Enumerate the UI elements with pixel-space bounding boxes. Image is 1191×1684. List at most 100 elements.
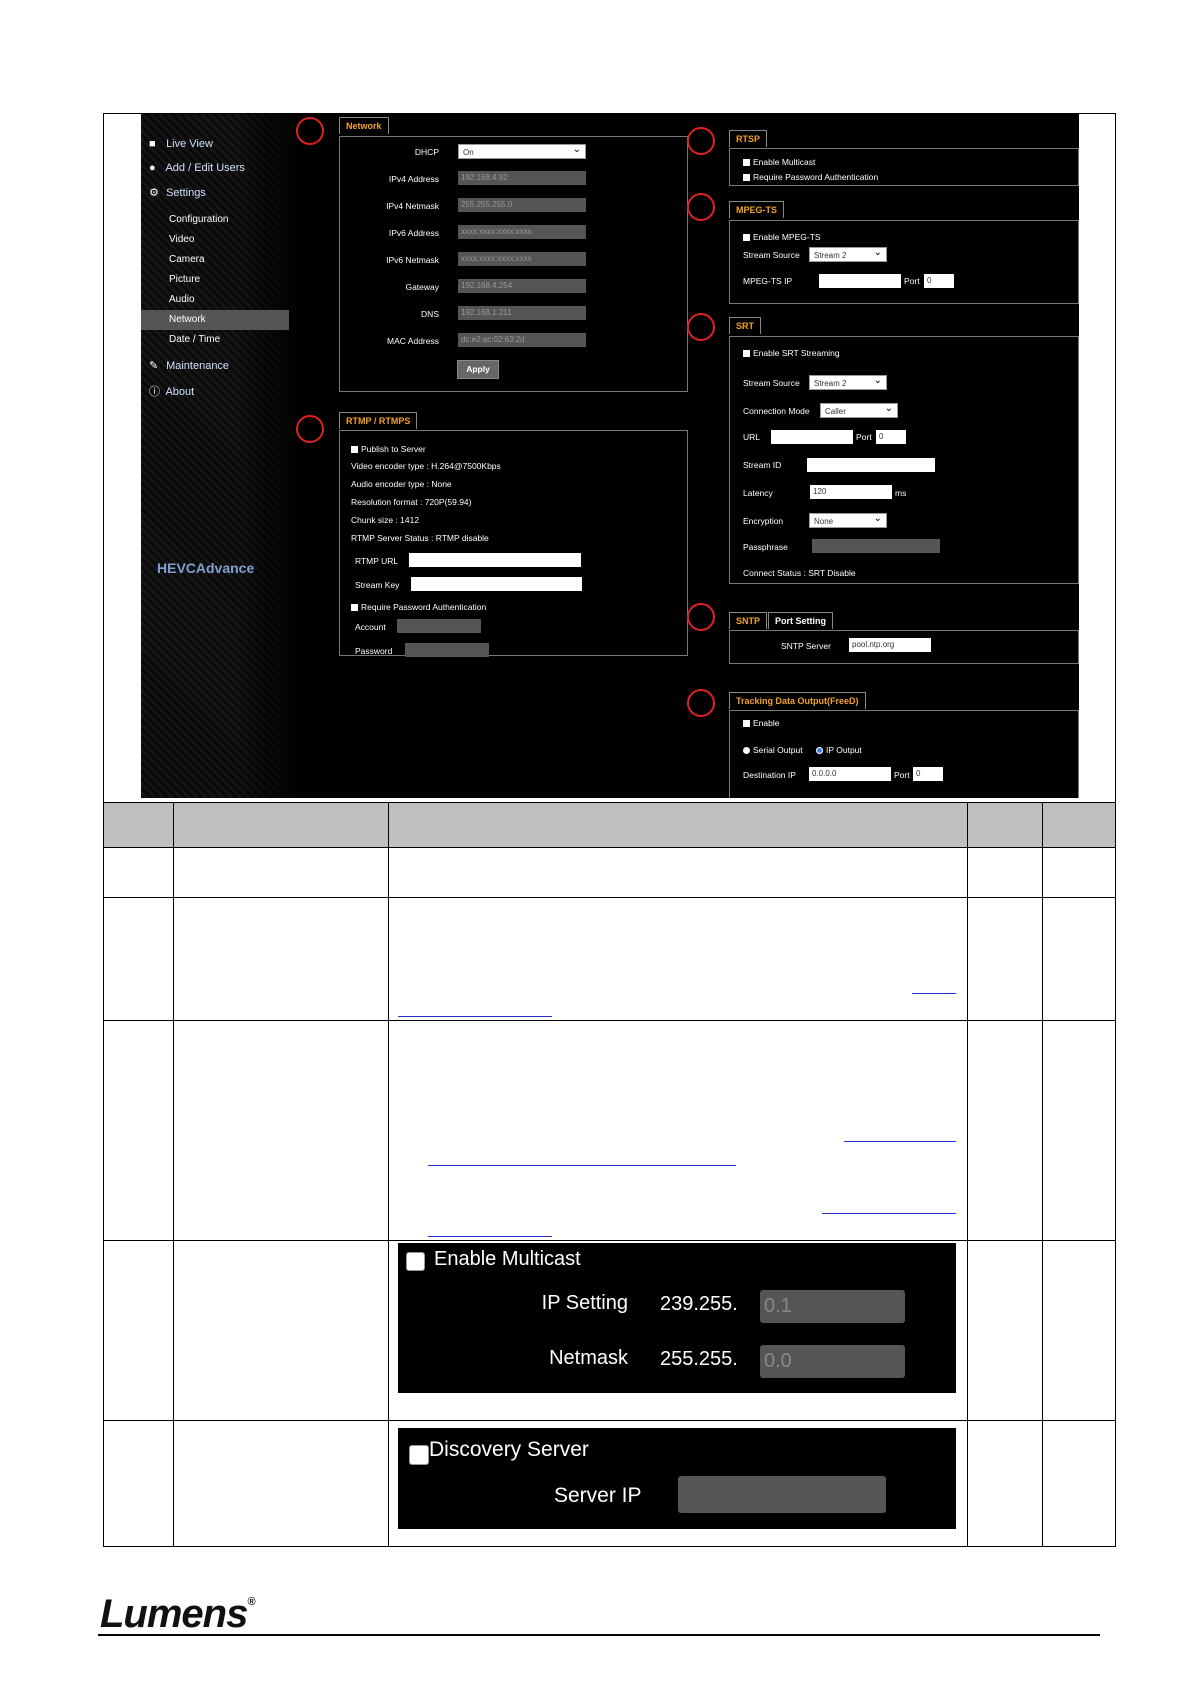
table-line — [1042, 803, 1043, 1546]
tab-rtsp[interactable]: RTSP — [729, 130, 768, 147]
sidebar-item-settings[interactable]: ⚙ Settings — [149, 186, 206, 199]
stream-key-label: Stream Key — [355, 580, 400, 590]
tracking-port-label: Port — [894, 770, 910, 780]
sidebar-sub-configuration[interactable]: Configuration — [169, 214, 228, 225]
account-label: Account — [355, 622, 386, 632]
checkbox-icon — [743, 174, 750, 181]
dhcp-select[interactable]: On — [458, 142, 586, 159]
mpegts-ip-input[interactable] — [819, 274, 901, 288]
callout-circle — [687, 603, 715, 631]
mpegts-source-select[interactable]: Stream 2 — [809, 245, 887, 262]
checkbox-icon — [351, 604, 358, 611]
srt-enable-checkbox[interactable]: Enable SRT Streaming — [743, 348, 840, 358]
sidebar-sub-network[interactable]: Network — [141, 310, 289, 330]
apply-button[interactable]: Apply — [457, 360, 499, 379]
srt-port-label: Port — [856, 432, 872, 442]
netmask-field[interactable]: 255.255.255.0 — [458, 198, 586, 212]
mpegts-port-input[interactable]: 0 — [924, 274, 954, 288]
ip-output-radio[interactable]: IP Output — [816, 745, 862, 755]
tab-rtmp[interactable]: RTMP / RTMPS — [339, 412, 418, 429]
resolution-info: Resolution format : 720P(59.94) — [351, 497, 472, 507]
srt-url-input[interactable] — [771, 430, 853, 444]
table-line — [104, 897, 1115, 898]
srt-enc-label: Encryption — [743, 516, 784, 526]
checkbox-icon — [743, 159, 750, 166]
callout-circle — [687, 127, 715, 155]
dest-ip-input[interactable]: 0.0.0.0 — [809, 767, 891, 781]
srt-enc-select[interactable]: None — [809, 511, 887, 528]
srt-mode-label: Connection Mode — [743, 406, 810, 416]
server-ip-input[interactable] — [678, 1476, 886, 1513]
srt-port-input[interactable]: 0 — [876, 430, 906, 444]
mpegts-ip-label: MPEG-TS IP — [743, 276, 793, 286]
table-line — [104, 1420, 1115, 1421]
sidebar-item-maintenance[interactable]: ✎ Maintenance — [149, 359, 229, 372]
sidebar-sub-camera[interactable]: Camera — [169, 254, 205, 265]
tab-port-setting[interactable]: Port Setting — [768, 612, 833, 629]
sidebar-sub-video[interactable]: Video — [169, 234, 194, 245]
table-line — [104, 1020, 1115, 1021]
radio-icon — [743, 747, 750, 754]
link-underline[interactable] — [912, 993, 956, 994]
ipv4-label: IPv4 Address — [388, 174, 439, 184]
table-line — [104, 1240, 1115, 1241]
srt-pass-input[interactable] — [812, 539, 940, 553]
sidebar-sub-picture[interactable]: Picture — [169, 274, 200, 285]
tab-mpegts[interactable]: MPEG-TS — [729, 201, 785, 218]
ipv6-label: IPv6 Address — [388, 228, 439, 238]
srt-pass-label: Passphrase — [743, 542, 788, 552]
video-encoder-info: Video encoder type : H.264@7500Kbps — [351, 461, 501, 471]
serial-output-radio[interactable]: Serial Output — [743, 745, 803, 755]
tracking-port-input[interactable]: 0 — [913, 767, 943, 781]
footer-divider — [98, 1634, 1100, 1636]
rtsp-auth-checkbox[interactable]: Require Password Authentication — [743, 172, 878, 182]
tab-sntp[interactable]: SNTP — [729, 612, 768, 629]
srt-source-select[interactable]: Stream 2 — [809, 373, 887, 390]
srt-latency-input[interactable]: 120 — [810, 485, 892, 499]
sidebar-sub-date-time[interactable]: Date / Time — [169, 334, 220, 345]
checkbox-icon — [351, 446, 358, 453]
ip-setting-input[interactable]: 0.1 — [760, 1290, 905, 1323]
link-underline[interactable] — [844, 1141, 956, 1142]
ipv6-field[interactable]: xxxx:xxxx:xxxx:xxxx — [458, 225, 586, 239]
tracking-enable-checkbox[interactable]: Enable — [743, 718, 779, 728]
mpegts-source-label: Stream Source — [743, 250, 800, 260]
dns-field[interactable]: 192.168.1.211 — [458, 306, 586, 320]
link-underline[interactable] — [398, 1016, 552, 1017]
ipv6-netmask-field[interactable]: xxxx:xxxx:xxxx:xxxx — [458, 252, 586, 266]
sidebar-item-live-view[interactable]: ■ Live View — [149, 138, 213, 150]
rtmp-auth-checkbox[interactable]: Require Password Authentication — [351, 602, 486, 612]
tab-srt[interactable]: SRT — [729, 317, 761, 334]
ipv4-field[interactable]: 192.168.4.92 — [458, 171, 586, 185]
sidebar-sub-audio[interactable]: Audio — [169, 294, 195, 305]
netmask-input[interactable]: 0.0 — [760, 1345, 905, 1378]
discovery-checkbox[interactable] — [409, 1445, 429, 1465]
multicast-checkbox[interactable] — [406, 1252, 425, 1271]
gateway-field[interactable]: 192.168.4.254 — [458, 279, 586, 293]
sntp-server-input[interactable]: pool.ntp.org — [849, 638, 931, 652]
sidebar-item-users[interactable]: ● Add / Edit Users — [149, 162, 245, 174]
password-input[interactable] — [405, 643, 489, 657]
srt-id-input[interactable] — [807, 458, 935, 472]
mpegts-port-label: Port — [904, 276, 920, 286]
callout-circle — [687, 193, 715, 221]
table-line — [104, 847, 1115, 848]
rtmp-url-input[interactable] — [409, 553, 581, 567]
rtsp-multicast-checkbox[interactable]: Enable Multicast — [743, 157, 815, 167]
publish-checkbox[interactable]: Publish to Server — [351, 444, 426, 454]
camera-icon: ■ — [149, 138, 156, 150]
stream-key-input[interactable] — [411, 577, 582, 591]
sidebar-item-about[interactable]: ⓘ About — [149, 383, 194, 399]
srt-mode-select[interactable]: Caller — [820, 401, 898, 418]
account-input[interactable] — [397, 619, 481, 633]
tab-network[interactable]: Network — [339, 117, 389, 134]
tab-tracking[interactable]: Tracking Data Output(FreeD) — [729, 692, 866, 709]
link-underline[interactable] — [428, 1236, 552, 1237]
multicast-label: Enable Multicast — [434, 1248, 581, 1270]
password-label: Password — [355, 646, 393, 656]
discovery-snapshot: Discovery Server Server IP — [398, 1428, 956, 1529]
link-underline[interactable] — [822, 1213, 956, 1214]
link-underline[interactable] — [428, 1165, 736, 1166]
srt-source-label: Stream Source — [743, 378, 800, 388]
mpegts-enable-checkbox[interactable]: Enable MPEG-TS — [743, 232, 821, 242]
